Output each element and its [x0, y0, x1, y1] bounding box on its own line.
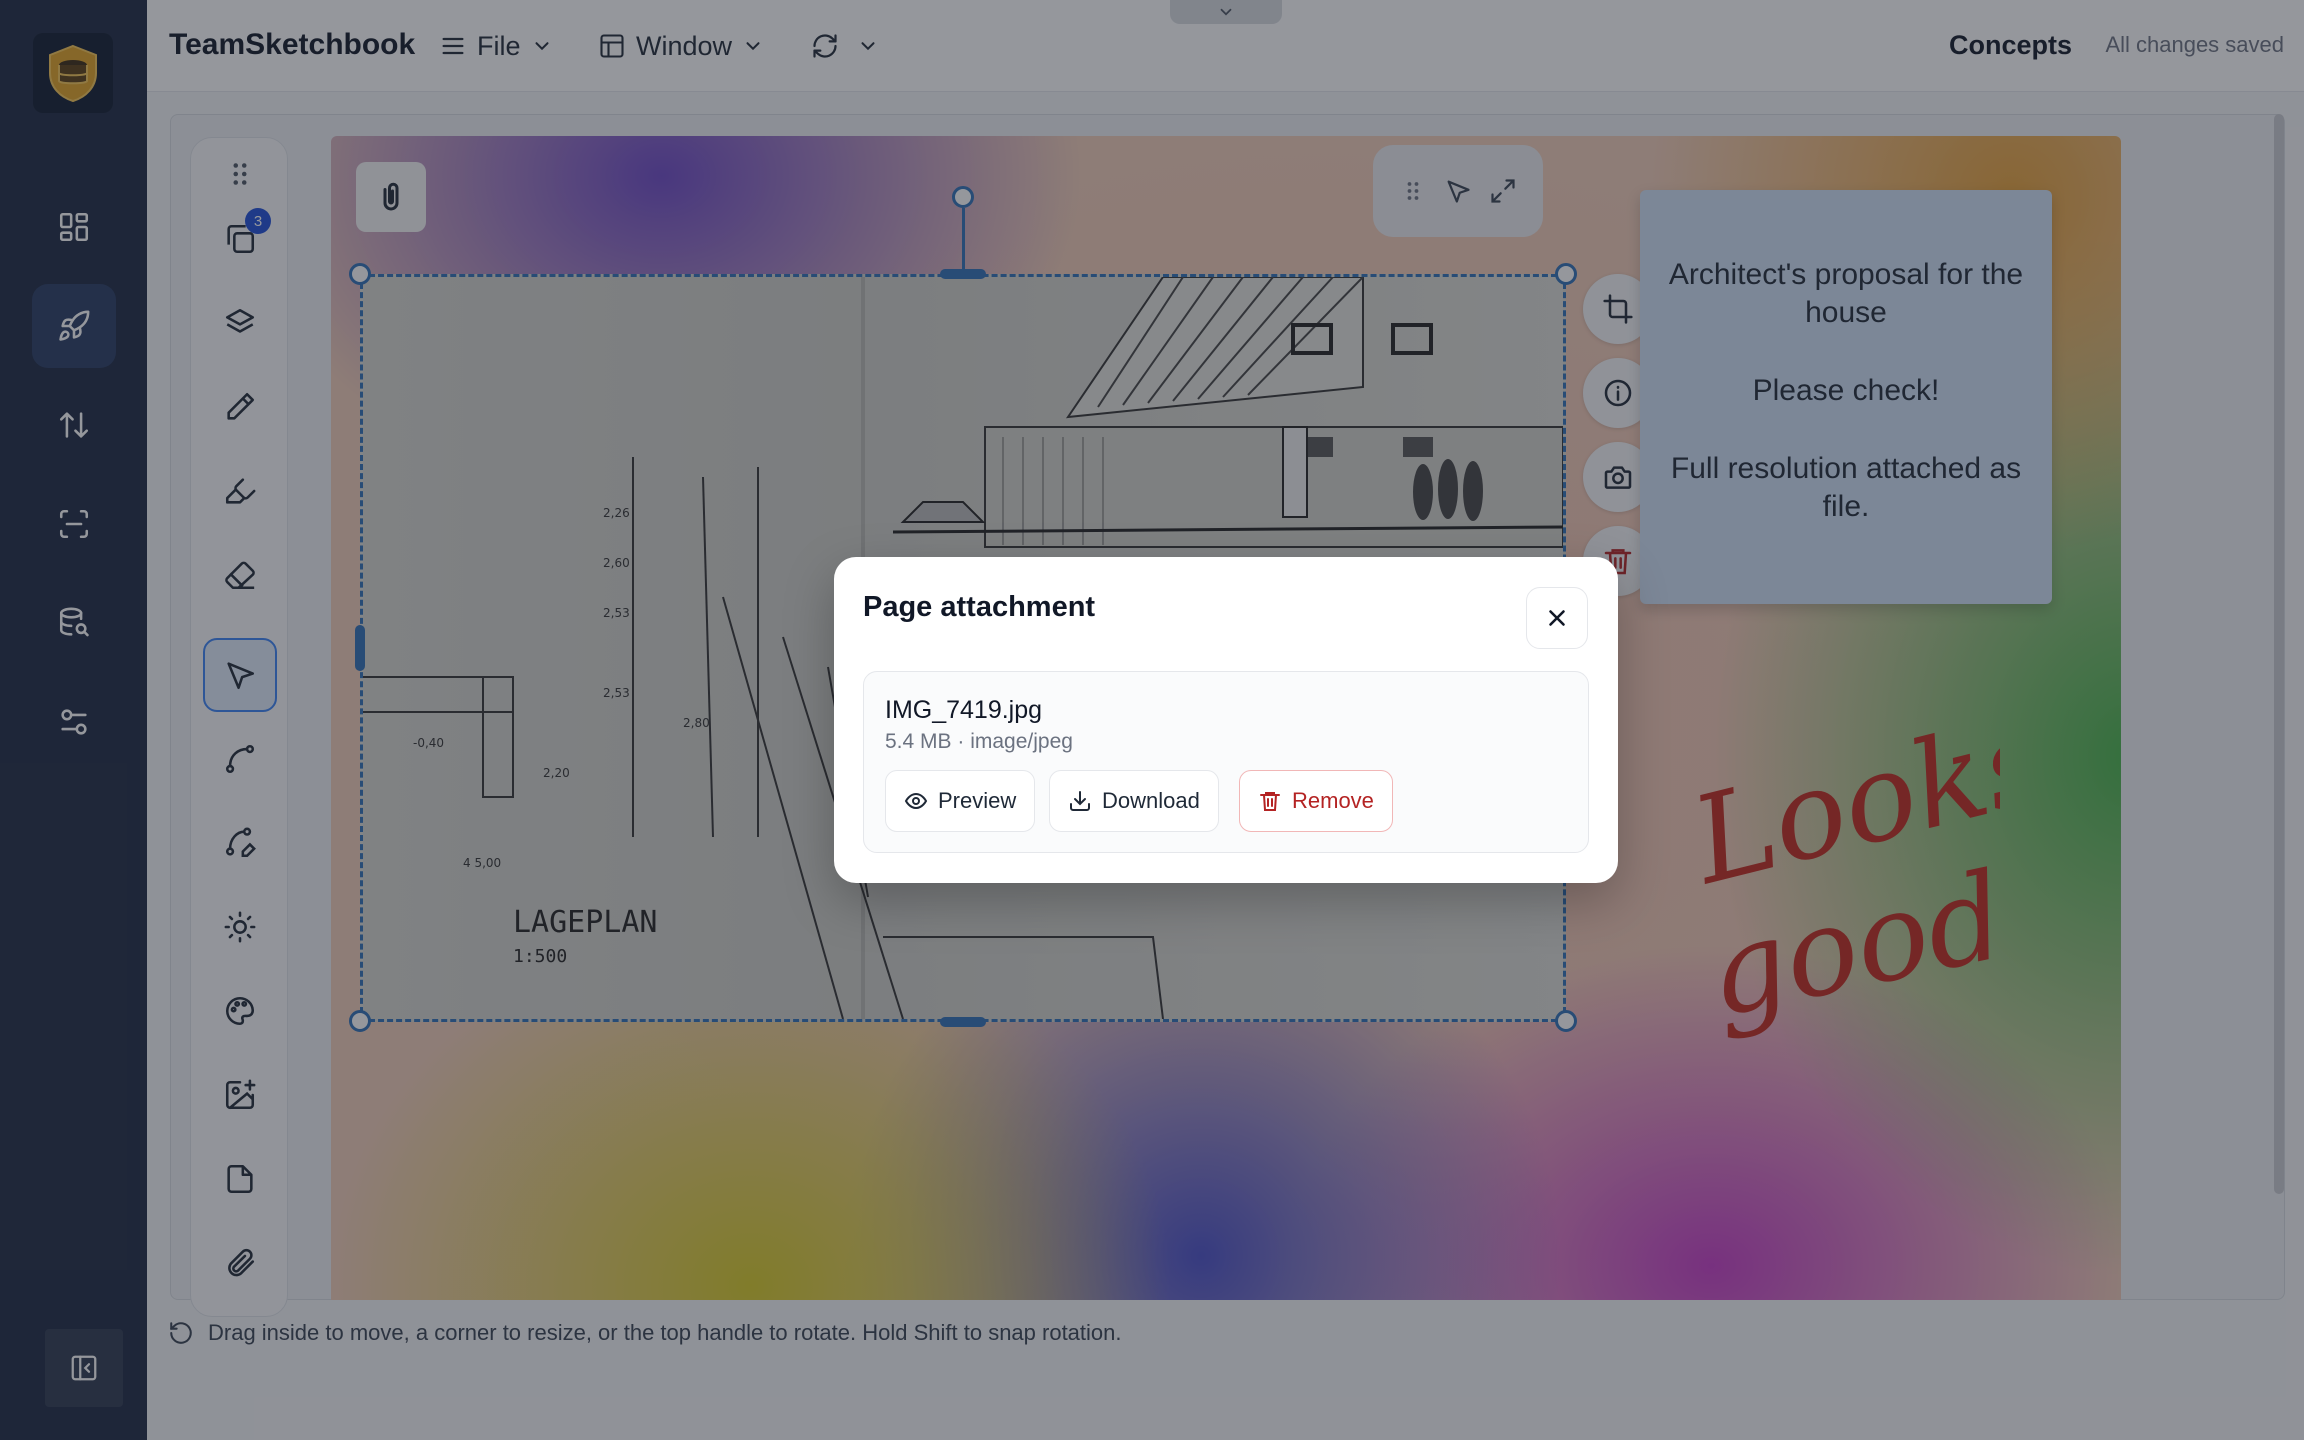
remove-attachment-button[interactable]: Remove — [1239, 770, 1393, 832]
close-icon — [1549, 610, 1565, 626]
trash-icon — [1260, 792, 1280, 811]
page-attachment-dialog: Page attachment IMG_7419.jpg 5.4 MB · im… — [834, 557, 1618, 883]
attachment-file-meta: 5.4 MB · image/jpeg — [885, 730, 1073, 753]
remove-button-label: Remove — [1292, 788, 1374, 813]
preview-button-label: Preview — [938, 788, 1017, 813]
download-button-label: Download — [1102, 788, 1200, 813]
attachment-file-card: IMG_7419.jpg 5.4 MB · image/jpeg Preview… — [863, 671, 1589, 853]
eye-icon — [904, 792, 928, 810]
download-button[interactable]: Download — [1049, 770, 1219, 832]
attachment-file-name: IMG_7419.jpg — [885, 696, 1043, 724]
dialog-title: Page attachment — [863, 591, 1096, 623]
download-icon — [1070, 791, 1090, 811]
close-dialog-button[interactable] — [1526, 587, 1588, 649]
preview-button[interactable]: Preview — [885, 770, 1036, 832]
